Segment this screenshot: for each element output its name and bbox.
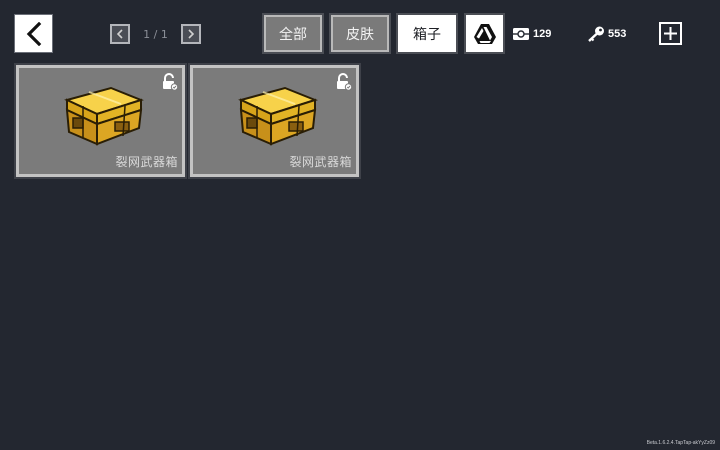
tab-skins[interactable]: 皮肤 [329, 13, 391, 54]
chevron-left-icon [26, 21, 41, 46]
ticket-count: 129 [533, 28, 552, 40]
chevron-right-icon [188, 29, 195, 39]
plus-icon [664, 27, 677, 40]
key-counter: 553 [587, 25, 626, 43]
chevron-left-icon [116, 29, 123, 39]
prev-page-button[interactable] [110, 24, 130, 44]
ticket-counter: 129 [512, 25, 551, 43]
unlock-icon [163, 73, 178, 91]
version-label: Beta.1.6.2.4.TapTap-akYyZz09 [646, 440, 715, 446]
inventory-screen: 1 / 1 全部 皮肤 箱子 129 553 裂网武器箱 裂网武器箱 Beta.… [0, 0, 720, 450]
unlock-icon [337, 73, 352, 91]
item-card[interactable]: 裂网武器箱 [188, 63, 361, 179]
back-button[interactable] [14, 14, 53, 53]
item-name: 裂网武器箱 [115, 155, 178, 169]
ticket-icon [513, 28, 529, 40]
add-button[interactable] [659, 22, 682, 45]
gold-chest-icon [238, 86, 318, 146]
tab-all[interactable]: 全部 [262, 13, 324, 54]
drive-button[interactable] [464, 13, 505, 54]
drive-icon [473, 23, 496, 44]
item-card[interactable]: 裂网武器箱 [14, 63, 187, 179]
item-name: 裂网武器箱 [289, 155, 352, 169]
pagination: 1 / 1 [110, 24, 201, 44]
gold-chest-icon [64, 86, 144, 146]
key-icon [588, 26, 604, 42]
next-page-button[interactable] [181, 24, 201, 44]
tab-boxes[interactable]: 箱子 [396, 13, 458, 54]
page-indicator: 1 / 1 [143, 27, 168, 41]
key-count: 553 [608, 28, 627, 40]
